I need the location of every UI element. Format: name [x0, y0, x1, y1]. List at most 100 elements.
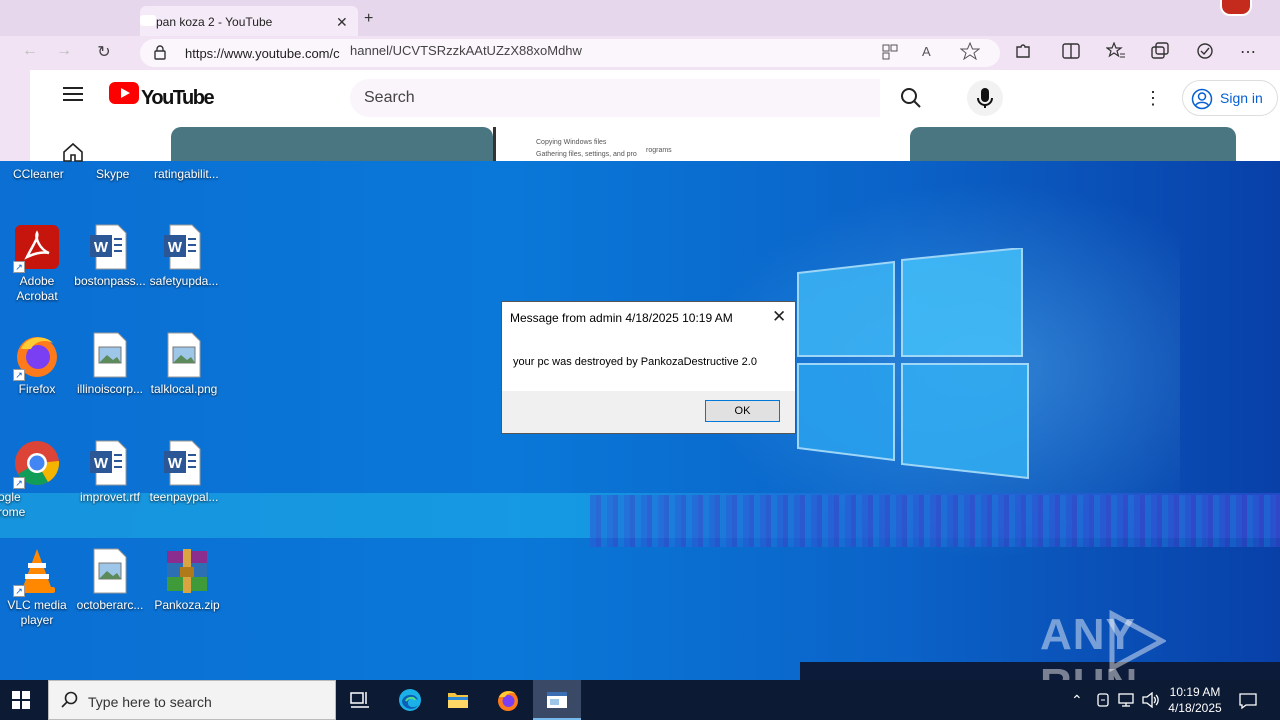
youtube-favicon-icon — [140, 15, 156, 26]
taskbar-firefox[interactable] — [484, 680, 532, 720]
voice-search-button[interactable] — [967, 80, 1003, 116]
desktop-icon-safetyupda[interactable]: W safetyupda... — [147, 223, 221, 289]
shortcut-arrow-icon: ↗ — [13, 585, 25, 597]
desktop-icon-label[interactable]: Skype — [96, 167, 129, 181]
word-doc-icon: W — [160, 223, 208, 271]
youtube-logo-text[interactable]: YouTube — [141, 87, 215, 110]
home-icon[interactable] — [62, 142, 84, 162]
desktop-icon-illinoiscorp[interactable]: illinoiscorp... — [73, 331, 147, 397]
glitch-band-noise — [590, 495, 1280, 547]
network-security-icon[interactable] — [1096, 692, 1110, 708]
desktop-icon-label[interactable]: ratingabilit... — [154, 167, 219, 181]
volume-icon[interactable] — [1142, 692, 1160, 708]
new-tab-icon[interactable]: + — [364, 10, 373, 28]
desktop-icon-vlc[interactable]: ↗ VLC media player — [0, 547, 74, 628]
desktop-icon-label: VLC media player — [7, 598, 67, 627]
network-icon[interactable] — [1118, 692, 1136, 708]
read-aloud-icon[interactable]: A — [920, 42, 940, 60]
url-text-glitched: hannel/UCVTSRzzkAAtUZzX88xoMdhw — [350, 43, 582, 58]
desktop-icon-label: octoberarc... — [76, 598, 144, 612]
more-options-icon[interactable]: ⋮ — [1144, 88, 1162, 109]
favorites-icon[interactable] — [1106, 42, 1126, 60]
desktop-icon-label: safetyupda... — [149, 274, 219, 288]
browser-essentials-icon[interactable] — [1195, 42, 1215, 60]
app-available-icon[interactable] — [880, 42, 900, 60]
ok-button[interactable]: OK — [705, 400, 780, 422]
dialog-title: Message from admin 4/18/2025 10:19 AM — [510, 311, 733, 325]
browser-tab[interactable]: pan koza 2 - YouTube ✕ — [140, 6, 358, 36]
video-thumbnail[interactable] — [910, 127, 1236, 161]
taskbar-file-explorer[interactable] — [434, 680, 482, 720]
desktop-icon-label: bostonpass... — [74, 274, 146, 288]
image-file-icon — [86, 547, 134, 595]
desktop-icon-pankoza-zip[interactable]: Pankoza.zip — [150, 547, 224, 613]
search-icon[interactable] — [900, 87, 922, 109]
desktop-icon-label: Firefox — [18, 382, 56, 396]
shortcut-arrow-icon: ↗ — [13, 261, 25, 273]
tab-bar: pan koza 2 - YouTube ✕ + — [0, 0, 1280, 36]
desktop-icon-bostonpass[interactable]: W bostonpass... — [73, 223, 147, 289]
watermark-play-icon — [1109, 610, 1166, 672]
refresh-icon[interactable]: ↻ — [94, 42, 114, 62]
taskbar-edge[interactable] — [386, 680, 434, 720]
desktop-icon-google-chrome[interactable]: ↗ ogle rome — [0, 439, 74, 520]
desktop-icon-label: ogle rome — [0, 490, 26, 519]
svg-text:W: W — [168, 455, 183, 472]
thumbnail-text: Gathering files, settings, and pro — [536, 151, 637, 158]
task-view-icon — [350, 692, 369, 708]
youtube-search-placeholder: Search — [364, 89, 415, 106]
forward-icon[interactable]: → — [54, 42, 74, 62]
lock-icon — [154, 45, 166, 60]
desktop-icon-talklocal[interactable]: talklocal.png — [147, 331, 221, 397]
youtube-search-input[interactable]: Search — [350, 79, 880, 117]
desktop-icon-label: Pankoza.zip — [154, 598, 220, 612]
windows-start-icon[interactable] — [12, 691, 30, 709]
taskbar-search-box[interactable]: Type here to search — [48, 680, 336, 720]
desktop-icon-label: Adobe Acrobat — [16, 274, 58, 303]
windows-logo-wallpaper — [797, 248, 1029, 480]
desktop-icon-label: illinoiscorp... — [76, 382, 144, 396]
search-icon — [61, 691, 78, 708]
desktop-icon-improvet[interactable]: W improvet.rtf — [73, 439, 147, 505]
system-clock[interactable]: 10:19 AM 4/18/2025 — [1160, 684, 1230, 716]
desktop-icon-firefox[interactable]: ↗ Firefox — [0, 331, 74, 397]
notifications-icon[interactable] — [1239, 692, 1257, 710]
desktop-icon-teenpaypal[interactable]: W teenpaypal... — [147, 439, 221, 505]
task-view-button[interactable] — [336, 680, 384, 720]
taskbar-active-app[interactable] — [533, 680, 581, 720]
edge-icon — [399, 689, 421, 711]
desktop-icon-octoberarc[interactable]: octoberarc... — [73, 547, 147, 613]
window-close-button[interactable] — [1220, 0, 1252, 16]
thumbnail-text: rograms — [646, 147, 672, 154]
hamburger-menu-icon[interactable] — [63, 86, 83, 102]
youtube-logo-icon[interactable] — [109, 82, 141, 106]
svg-text:W: W — [94, 239, 109, 256]
tab-title: pan koza 2 - YouTube — [156, 15, 273, 29]
collections-icon[interactable] — [1150, 42, 1170, 60]
video-thumbnail[interactable]: Copying Windows files Gathering files, s… — [493, 127, 913, 161]
youtube-page: YouTube Search ⋮ Sign in Copying Windows… — [30, 70, 1280, 162]
split-screen-icon[interactable] — [1061, 42, 1081, 60]
back-icon[interactable]: ← — [20, 42, 40, 62]
show-hidden-icons-chevron-icon[interactable]: ⌃ — [1071, 692, 1083, 709]
browser-window: pan koza 2 - YouTube ✕ + ← → ↻ https://w… — [0, 0, 1280, 162]
word-doc-icon: W — [160, 439, 208, 487]
word-doc-icon: W — [86, 439, 134, 487]
thumbnail-text: Copying Windows files — [536, 139, 607, 146]
sign-in-button[interactable]: Sign in — [1182, 80, 1278, 116]
image-file-icon — [160, 331, 208, 379]
folder-icon — [448, 693, 468, 708]
video-thumbnail[interactable] — [171, 127, 493, 161]
extensions-icon[interactable] — [1013, 42, 1033, 60]
favorite-star-icon[interactable] — [960, 42, 980, 60]
shortcut-arrow-icon: ↗ — [13, 477, 25, 489]
tab-close-icon[interactable]: ✕ — [336, 14, 348, 31]
desktop-icon-adobe-acrobat[interactable]: ↗ Adobe Acrobat — [0, 223, 74, 304]
dialog-close-icon[interactable]: ✕ — [772, 307, 786, 327]
desktop-icon-label[interactable]: CCleaner — [13, 167, 64, 181]
image-file-icon — [86, 331, 134, 379]
taskbar-search-placeholder: Type here to search — [88, 694, 212, 710]
settings-more-icon[interactable]: ⋯ — [1240, 42, 1260, 61]
firefox-icon: ↗ — [13, 331, 61, 381]
taskbar: Type here to search ⌃ 10:19 AM 4/18/2025 — [0, 680, 1280, 720]
